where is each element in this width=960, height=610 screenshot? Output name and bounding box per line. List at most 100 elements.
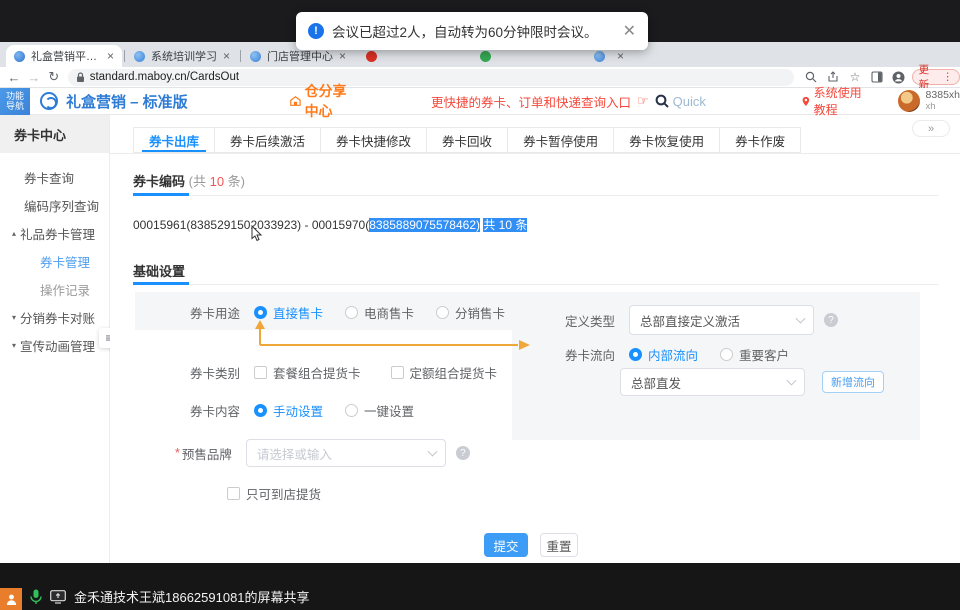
function-nav-toggle[interactable]: 功能 导航 — [0, 88, 30, 115]
reset-button[interactable]: 重置 — [540, 533, 578, 557]
toast-message: 会议已超过2人，自动转为60分钟限时会议。 — [332, 21, 598, 41]
quick-search-link[interactable]: Quick — [655, 94, 706, 109]
tab-close-icon[interactable]: × — [617, 49, 624, 63]
count-value: 10 — [210, 174, 224, 189]
favicon — [250, 51, 261, 62]
tab-close-icon[interactable]: × — [223, 49, 230, 63]
user-name: 8385xh — [926, 90, 960, 101]
sidebar-item-card-query[interactable]: 券卡查询 — [0, 163, 109, 191]
radio-icon — [254, 306, 267, 319]
radio-icon — [345, 404, 358, 417]
option-label: 内部流向 — [648, 345, 698, 364]
screen-share-bar: 金禾通技术王斌18662591081的屏幕共享 — [30, 587, 310, 606]
tab-title: 门店管理中心 — [267, 48, 333, 64]
help-icon[interactable]: ? — [456, 446, 470, 460]
select-value: 总部直发 — [631, 373, 681, 392]
checkbox-combo-pickup-card[interactable]: 套餐组合提货卡 — [254, 363, 361, 382]
tab-card-recycle[interactable]: 券卡回收 — [427, 127, 508, 153]
quick-label: Quick — [673, 94, 706, 109]
update-button[interactable]: 更新 ⋮ — [912, 69, 960, 85]
user-subname: xh — [926, 101, 960, 112]
back-icon[interactable]: ← — [4, 70, 24, 85]
system-tutorial-link[interactable]: 系统使用教程 — [802, 84, 870, 118]
url-text: standard.maboy.cn/CardsOut — [90, 71, 239, 83]
help-icon[interactable]: ? — [824, 313, 838, 327]
tab-close-icon[interactable]: × — [339, 49, 346, 63]
define-type-select[interactable]: 总部直接定义激活 — [629, 305, 814, 335]
sidebar-group-distribution-reconcile[interactable]: ▾ 分销券卡对账 — [0, 303, 109, 331]
mouse-cursor — [251, 225, 263, 242]
sidebar-group-label: 宣传动画管理 — [20, 336, 95, 355]
tab-card-quick-modify[interactable]: 券卡快捷修改 — [321, 127, 427, 153]
codes-title-text: 券卡编码 — [133, 174, 185, 189]
share-icon[interactable] — [822, 71, 844, 83]
option-label: 重要客户 — [739, 345, 789, 364]
favicon — [14, 51, 25, 62]
sidebar-group-promo-animation[interactable]: ▾ 宣传动画管理 — [0, 331, 109, 359]
meeting-toast: ! 会议已超过2人，自动转为60分钟限时会议。 ✕ — [296, 12, 648, 50]
reload-icon[interactable]: ↻ — [44, 69, 64, 85]
radio-one-click-setup[interactable]: 一键设置 — [345, 401, 414, 420]
add-flow-button[interactable]: 新增流向 — [822, 371, 884, 393]
count-prefix: (共 — [189, 174, 210, 189]
radio-manual-setup[interactable]: 手动设置 — [254, 401, 323, 420]
tab-close-icon[interactable]: × — [107, 49, 114, 63]
profile-icon[interactable] — [888, 71, 910, 84]
sidebar-item-code-sequence-query[interactable]: 编码序列查询 — [0, 191, 109, 219]
tab-card-resume[interactable]: 券卡恢复使用 — [614, 127, 720, 153]
nav-box-line2: 导航 — [6, 101, 24, 111]
brand-select[interactable]: 请选择或输入 — [246, 439, 446, 467]
section-underline — [133, 195, 938, 196]
option-label: 套餐组合提货卡 — [273, 363, 361, 382]
participant-icon[interactable] — [0, 588, 22, 610]
annotation-arrow — [240, 320, 530, 350]
browser-tab[interactable]: 系统培训学习 × — [126, 45, 238, 67]
tab-title: 礼盒营销平台管理中心 — [31, 48, 101, 64]
tab-title: 系统培训学习 — [151, 48, 217, 64]
side-panel-icon[interactable] — [866, 71, 888, 83]
forward-icon[interactable]: → — [24, 70, 44, 85]
panel-collapse-button[interactable]: » — [912, 120, 950, 137]
tutorial-label: 系统使用教程 — [814, 84, 870, 118]
submit-button[interactable]: 提交 — [484, 533, 528, 557]
checkbox-fixed-combo-pickup-card[interactable]: 定额组合提货卡 — [391, 363, 498, 382]
warehouse-icon — [290, 94, 301, 108]
content-label: 券卡内容 — [190, 401, 240, 420]
zoom-icon[interactable] — [800, 71, 822, 83]
code-count-highlighted: 共 10 条 — [483, 218, 527, 232]
radio-icon — [436, 306, 449, 319]
flow-row: 券卡流向 内部流向 重要客户 — [565, 345, 811, 364]
chevron-down-icon: ▾ — [12, 341, 16, 350]
sidebar-item-card-management[interactable]: 券卡管理 — [0, 247, 109, 275]
checkbox-icon — [391, 366, 404, 379]
sidebar-group-gift-card-mgmt[interactable]: ▴ 礼品券卡管理 — [0, 219, 109, 247]
toast-close-icon[interactable]: ✕ — [623, 21, 636, 41]
checkbox-store-pickup-only[interactable]: 只可到店提货 — [227, 484, 321, 503]
code-highlighted: 8385889075578462) — [369, 218, 480, 232]
tab-card-suspend[interactable]: 券卡暂停使用 — [508, 127, 614, 153]
sidebar-item-label: 券卡查询 — [24, 168, 74, 187]
favicon — [366, 51, 377, 62]
store-only-row: 只可到店提货 — [227, 484, 343, 503]
chevron-down-icon: ▾ — [12, 313, 16, 322]
sidebar-item-label: 券卡管理 — [40, 252, 90, 271]
sidebar-item-operation-log[interactable]: 操作记录 — [0, 275, 109, 303]
pointing-hand-icon: ☞ — [637, 93, 649, 109]
sidebar-group-label: 分销券卡对账 — [20, 308, 95, 327]
warehouse-share-center-link[interactable]: 仓分享中心 — [290, 81, 359, 121]
checkbox-icon — [227, 487, 240, 500]
browser-tab-active[interactable]: 礼盒营销平台管理中心 × — [6, 45, 122, 67]
settings-section-title: 基础设置 — [133, 261, 185, 280]
flow-select-row: 总部直发 新增流向 — [620, 368, 884, 396]
tab-card-followup-activate[interactable]: 券卡后续激活 — [215, 127, 321, 153]
tab-card-void[interactable]: 券卡作废 — [720, 127, 801, 153]
url-bar[interactable]: standard.maboy.cn/CardsOut — [68, 69, 795, 86]
user-menu[interactable]: 8385xh xh — [898, 90, 960, 112]
bookmark-star-icon[interactable]: ☆ — [844, 70, 866, 84]
radio-internal-flow[interactable]: 内部流向 — [629, 345, 698, 364]
tab-separator — [240, 50, 241, 62]
flow-select[interactable]: 总部直发 — [620, 368, 805, 396]
main-content: 券卡出库 券卡后续激活 券卡快捷修改 券卡回收 券卡暂停使用 券卡恢复使用 券卡… — [110, 115, 960, 563]
radio-important-customer[interactable]: 重要客户 — [720, 345, 789, 364]
tab-card-outbound[interactable]: 券卡出库 — [133, 127, 215, 153]
